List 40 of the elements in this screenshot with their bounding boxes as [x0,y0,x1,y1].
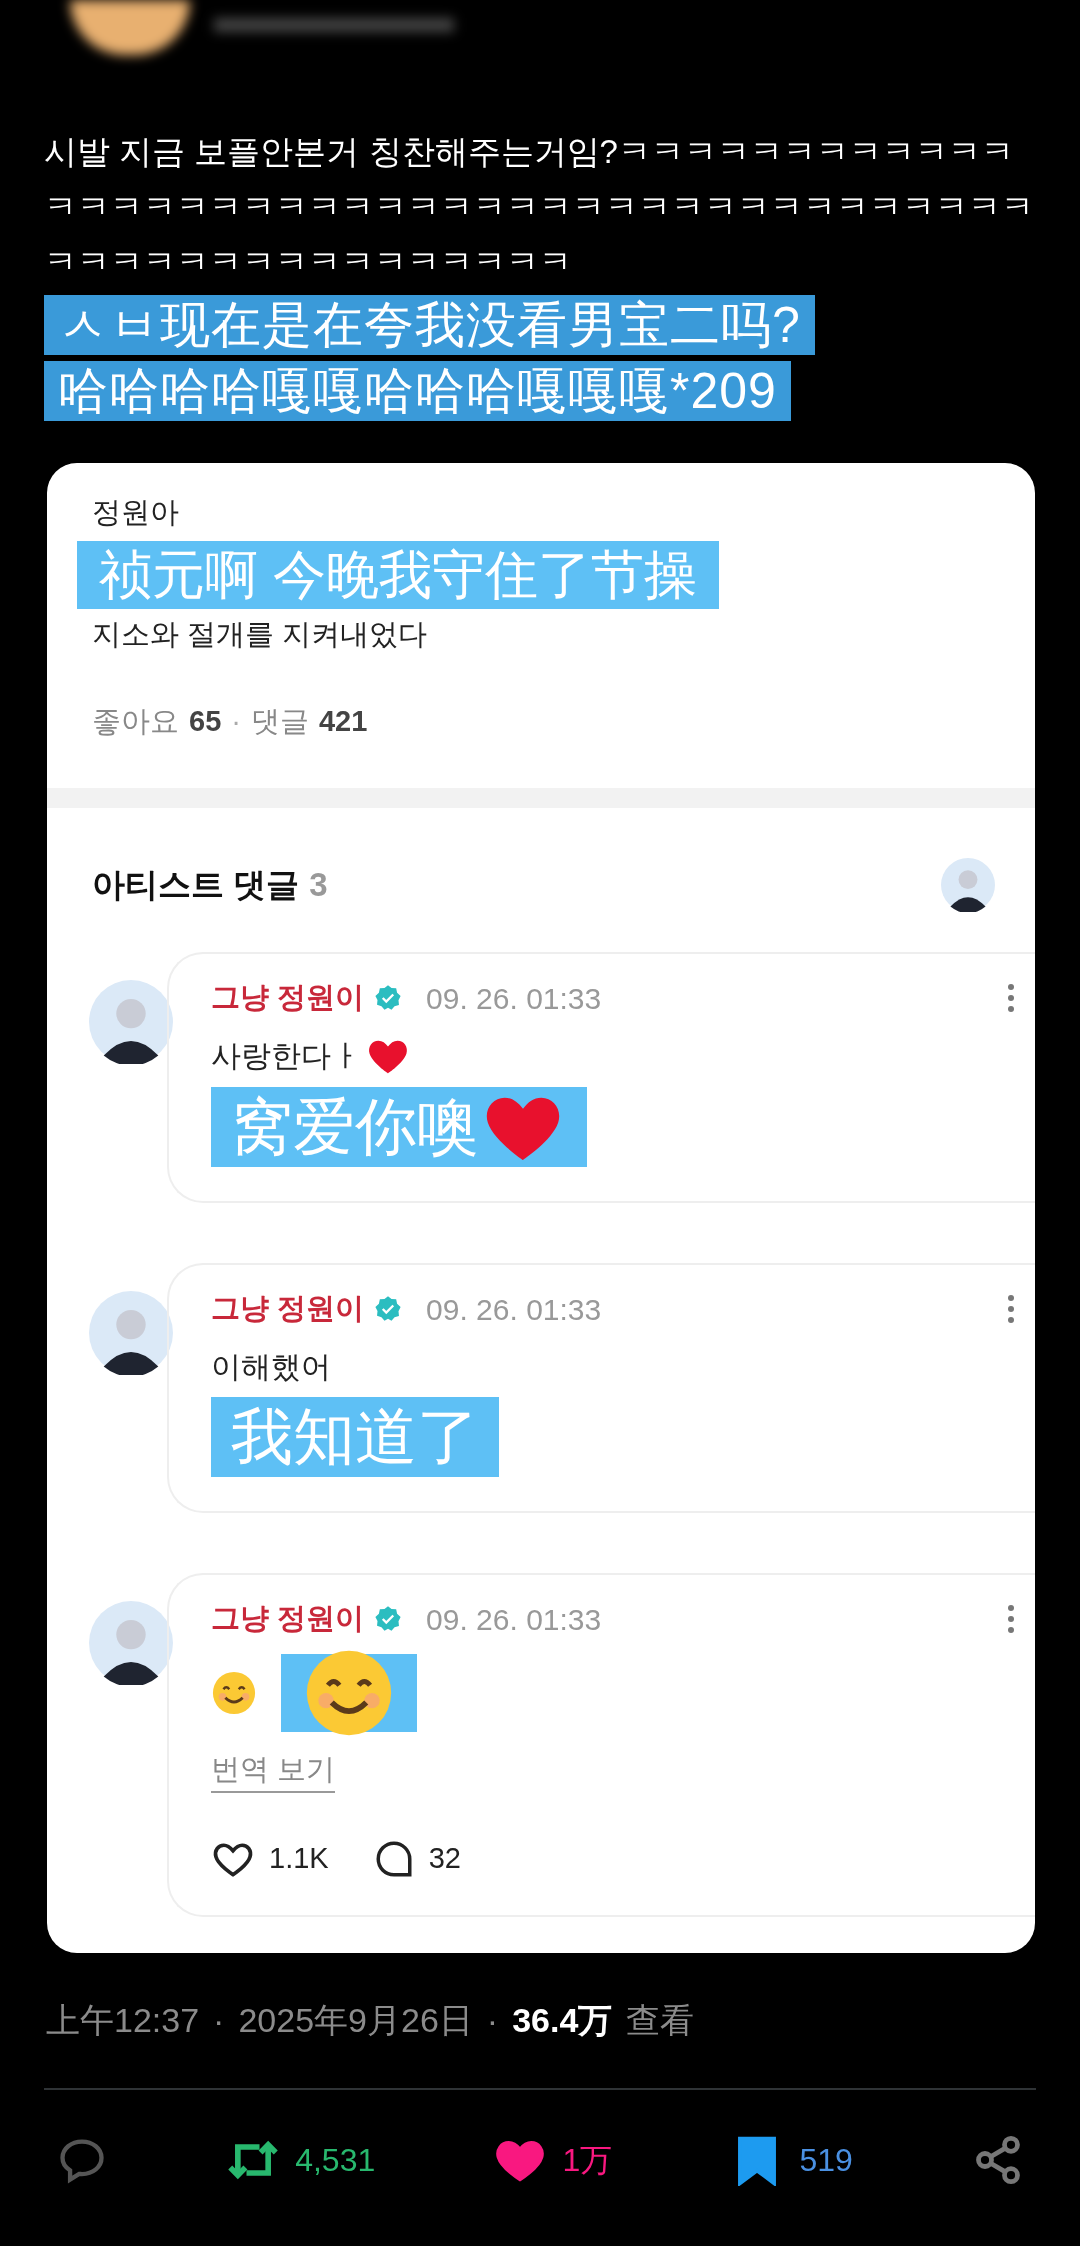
stat-label: 댓글 [250,704,309,739]
post-title: 정원아 [92,495,180,530]
more-options-icon[interactable] [1007,1604,1015,1634]
comment-count: 3 [309,864,328,905]
bookmark-count: 519 [799,2141,853,2180]
post-body: 지소와 절개를 지켜내었다 [92,616,429,652]
author-name: 그냥 정원이 [211,1291,365,1327]
translation-caption: ㅅㅂ现在是在夸我没看男宝二吗? [44,295,815,355]
more-options-icon[interactable] [1007,983,1015,1013]
tweet-time: 上午12:37 [46,2000,200,2041]
like-count: 1万 [562,2141,613,2180]
section-title: 아티스트 댓글 [92,864,300,905]
translation-caption: 窝爱你噢 [231,1091,479,1162]
comment-time: 09. 26. 01:33 [426,1601,602,1638]
separator-dot: · [213,2000,225,2041]
more-options-icon[interactable] [1007,1294,1015,1324]
view-count: 36.4万 [512,2000,613,2041]
separator-dot: · [231,704,241,739]
stat-value: 65 [189,704,222,739]
author-name: 그냥 정원이 [211,980,365,1016]
like-count: 1.1K [269,1841,329,1877]
comment-time: 09. 26. 01:33 [426,1291,602,1328]
comment-text: 이해했어 [211,1348,331,1385]
translation-caption: 哈哈哈哈嘎嘎哈哈哈嘎嘎嘎*209 [44,361,791,421]
avatar [941,857,995,912]
tweet-text: 시발 지금 보플안본거 칭찬해주는거임?ㅋㅋㅋㅋㅋㅋㅋㅋㅋㅋㅋㅋㅋㅋㅋㅋㅋㅋㅋㅋㅋㅋㅋㅋㅋㅋㅋㅋㅋㅋㅋㅋㅋㅋㅋㅋㅋㅋㅋㅋㅋㅋㅋㅋㅋㅋㅋㅋㅋㅋㅋㅋㅋㅋㅋㅋㅋㅋ [44,132,1035,282]
reply-count: 32 [428,1841,461,1877]
tweet-date: 2025年9月26日 [238,2000,473,2041]
translation-caption: 我知道了 [231,1401,479,1472]
translation-caption: 祯元啊 今晚我守住了节操 [77,540,719,609]
stat-label: 좋아요 [92,704,179,739]
comment-text: 사랑한다ㅏ [211,1038,361,1074]
separator-dot: · [486,2000,499,2041]
author-name: 그냥 정원이 [211,1601,365,1637]
views-label: 查看 [626,2000,695,2041]
translate-link[interactable]: 번역 보기 [211,1747,336,1793]
stat-value: 421 [318,704,368,739]
retweet-count: 4,531 [295,2141,376,2180]
comment-time: 09. 26. 01:33 [426,980,602,1017]
smiling-face-icon [211,1669,257,1716]
